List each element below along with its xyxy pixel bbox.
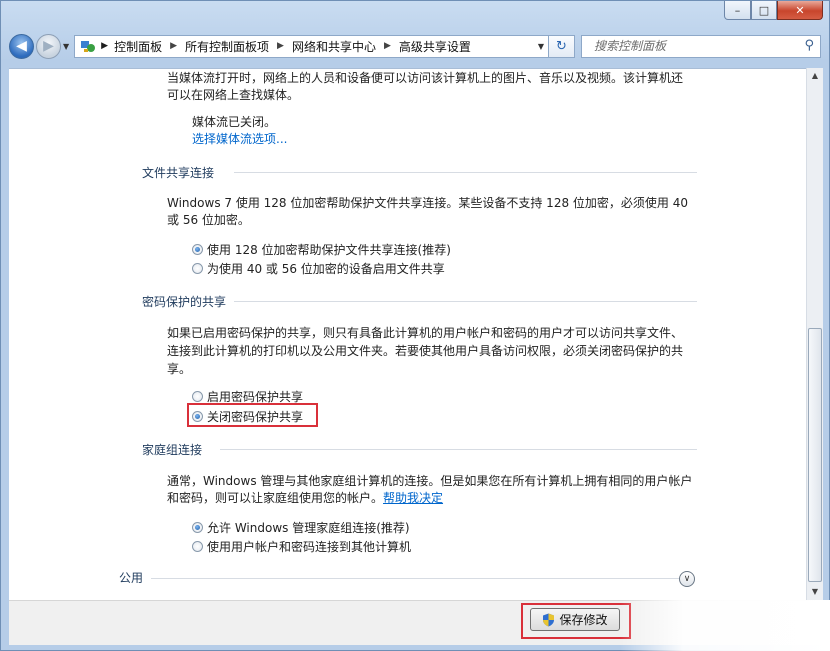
refresh-icon: ↻	[556, 38, 567, 54]
file-sharing-desc-line1: Windows 7 使用 128 位加密帮助保护文件共享连接。某些设备不支持 1…	[167, 196, 688, 210]
media-status: 媒体流已关闭。	[192, 115, 277, 129]
section-title-homegroup: 家庭组连接	[142, 443, 203, 457]
highlight-box	[521, 603, 631, 639]
scroll-down-icon[interactable]: ▼	[807, 584, 823, 600]
radio-button[interactable]	[192, 263, 203, 274]
back-button[interactable]: ◀	[9, 33, 34, 59]
breadcrumb-item-network-sharing-center[interactable]: 网络和共享中心	[292, 38, 376, 55]
radio-button[interactable]	[192, 391, 203, 402]
caption-buttons: – □ ✕	[724, 1, 823, 20]
window: – □ ✕ ◀ ▶ ▼ ▶ 控制面板 ▶ 所有控制面板项 ▶ 网络和共享中心 ▶…	[0, 0, 830, 651]
radio-label: 使用用户帐户和密码连接到其他计算机	[207, 540, 412, 554]
help-me-decide-link[interactable]: 帮助我决定	[383, 491, 443, 505]
radio-button[interactable]	[192, 541, 203, 552]
radio-128bit[interactable]: 使用 128 位加密帮助保护文件共享连接(推荐)	[192, 241, 451, 258]
breadcrumb-item-control-panel[interactable]: 控制面板	[114, 38, 162, 55]
maximize-button[interactable]: □	[751, 1, 777, 20]
radio-button[interactable]	[192, 522, 203, 533]
radio-label: 使用 128 位加密帮助保护文件共享连接(推荐)	[207, 243, 451, 257]
divider	[234, 172, 697, 173]
password-desc-line3: 享。	[167, 362, 192, 376]
radio-label: 允许 Windows 管理家庭组连接(推荐)	[207, 521, 410, 535]
homegroup-desc-line1: 通常，Windows 管理与其他家庭组计算机的连接。但是如果您在所有计算机上拥有…	[167, 474, 693, 488]
breadcrumb-item-all-control-panel-items[interactable]: 所有控制面板项	[185, 38, 269, 55]
homegroup-desc-line2: 和密码，则可以让家庭组使用您的帐户。帮助我决定	[167, 489, 443, 507]
control-panel-icon	[79, 38, 97, 54]
navigation-bar: ◀ ▶ ▼ ▶ 控制面板 ▶ 所有控制面板项 ▶ 网络和共享中心 ▶ 高级共享设…	[9, 31, 821, 61]
breadcrumb-separator-icon[interactable]: ▶	[170, 41, 177, 51]
back-arrow-icon: ◀	[16, 38, 27, 54]
breadcrumb-separator-icon[interactable]: ▶	[277, 41, 284, 51]
breadcrumb-separator-icon[interactable]: ▶	[101, 41, 108, 51]
file-sharing-desc-line2: 或 56 位加密。	[167, 213, 250, 227]
radio-label: 为使用 40 或 56 位加密的设备启用文件共享	[207, 262, 445, 276]
radio-use-account-password[interactable]: 使用用户帐户和密码连接到其他计算机	[192, 538, 411, 555]
vertical-scrollbar[interactable]: ▲ ▼	[806, 68, 823, 600]
recent-pages-dropdown-icon[interactable]: ▼	[63, 42, 69, 51]
breadcrumb-item-advanced-sharing[interactable]: 高级共享设置	[399, 38, 471, 55]
search-box[interactable]: ⚲	[581, 34, 821, 58]
profile-title-public: 公用	[119, 571, 144, 585]
minimize-button[interactable]: –	[724, 1, 751, 20]
highlight-box	[187, 403, 318, 427]
expand-chevron-icon[interactable]: ∨	[679, 571, 695, 587]
section-title-file-sharing: 文件共享连接	[142, 166, 215, 180]
password-desc-line1: 如果已启用密码保护的共享，则只有具备此计算机的用户帐户和密码的用户才可以访问共享…	[167, 326, 684, 340]
search-icon[interactable]: ⚲	[804, 38, 814, 53]
scrollbar-thumb[interactable]	[808, 328, 822, 582]
divider	[234, 301, 697, 302]
watermark-fade	[620, 600, 830, 651]
divider	[151, 578, 679, 579]
settings-content: 当媒体流打开时，网络上的人员和设备便可以访问该计算机上的图片、音乐以及视频。该计…	[9, 68, 806, 601]
radio-40-56bit[interactable]: 为使用 40 或 56 位加密的设备启用文件共享	[192, 260, 445, 277]
scroll-up-icon[interactable]: ▲	[807, 68, 823, 84]
section-title-password-sharing: 密码保护的共享	[142, 295, 227, 309]
close-button[interactable]: ✕	[777, 1, 823, 20]
breadcrumb: 控制面板 ▶ 所有控制面板项 ▶ 网络和共享中心 ▶ 高级共享设置	[114, 38, 471, 55]
homegroup-desc-text: 和密码，则可以让家庭组使用您的帐户。	[167, 491, 384, 505]
breadcrumb-separator-icon[interactable]: ▶	[384, 41, 391, 51]
password-desc-line2: 连接到此计算机的打印机以及公用文件夹。若要使其他用户具备访问权限，必须关闭密码保…	[167, 344, 684, 358]
search-input[interactable]	[592, 38, 796, 54]
media-options-link[interactable]: 选择媒体流选项...	[192, 130, 287, 148]
refresh-button[interactable]: ↻	[549, 34, 575, 58]
address-dropdown-icon[interactable]: ▼	[538, 42, 544, 51]
forward-button[interactable]: ▶	[36, 33, 61, 59]
media-desc-line2: 可以在网络上查找媒体。	[167, 88, 300, 102]
address-bar[interactable]: ▶ 控制面板 ▶ 所有控制面板项 ▶ 网络和共享中心 ▶ 高级共享设置 ▼	[74, 34, 549, 58]
forward-arrow-icon: ▶	[43, 38, 54, 54]
radio-windows-manage-homegroup[interactable]: 允许 Windows 管理家庭组连接(推荐)	[192, 519, 410, 536]
divider	[220, 449, 697, 450]
media-desc-line1: 当媒体流打开时，网络上的人员和设备便可以访问该计算机上的图片、音乐以及视频。该计…	[167, 71, 684, 85]
radio-button[interactable]	[192, 244, 203, 255]
